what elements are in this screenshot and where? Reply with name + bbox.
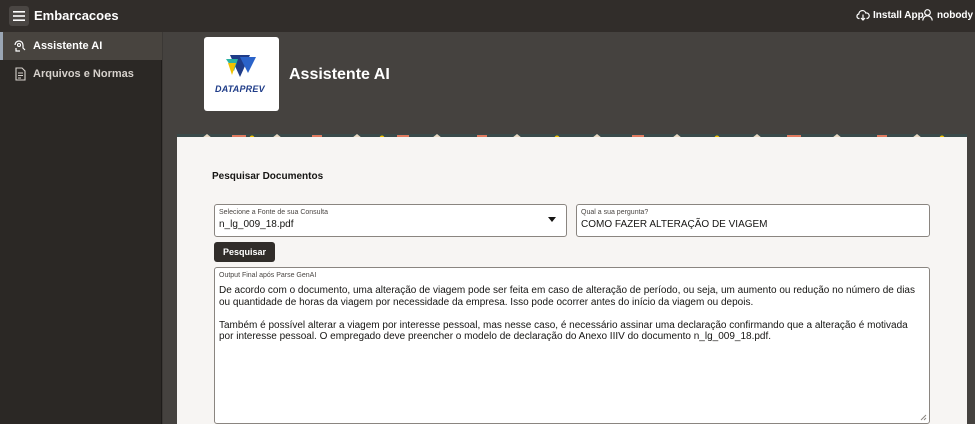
sidebar-item-label: Assistente AI xyxy=(33,40,103,52)
decorative-banner xyxy=(177,129,967,137)
user-name: nobody xyxy=(937,9,974,21)
logo-text: DATAPREV xyxy=(215,84,265,94)
source-select[interactable]: Selecione a Fonte de sua Consulta n_lg_0… xyxy=(214,204,567,237)
output-textarea[interactable]: Output Final após Parse GenAI De acordo … xyxy=(214,267,930,424)
source-select-value: n_lg_009_18.pdf xyxy=(219,219,294,230)
resize-handle-icon[interactable] xyxy=(920,414,927,421)
document-icon xyxy=(15,67,26,81)
chevron-down-icon[interactable] xyxy=(548,217,556,222)
user-icon xyxy=(922,9,933,21)
dataprev-logo-mark xyxy=(226,55,256,77)
assistant-icon xyxy=(14,40,26,52)
install-app-label: Install App xyxy=(873,9,924,21)
sidebar: Assistente AI Arquivos e Normas xyxy=(0,32,162,424)
sidebar-item-label: Arquivos e Normas xyxy=(33,68,134,80)
page-title: Assistente AI xyxy=(289,66,390,83)
dataprev-logo: DATAPREV xyxy=(204,37,279,111)
app-title[interactable]: Embarcacoes xyxy=(34,8,119,23)
cloud-download-icon xyxy=(856,9,870,21)
user-menu-button[interactable]: nobody xyxy=(922,9,973,21)
region-title: Pesquisar Documentos xyxy=(212,171,324,182)
header-bar: Embarcacoes Install App nobody xyxy=(0,0,975,32)
hamburger-icon xyxy=(13,11,25,21)
output-paragraph: De acordo com o documento, uma alteração… xyxy=(219,285,915,308)
question-input-value[interactable]: COMO FAZER ALTERAÇÃO DE VIAGEM xyxy=(581,219,768,230)
sidebar-item-arquivos-e-normas[interactable]: Arquivos e Normas xyxy=(0,60,162,88)
install-app-button[interactable]: Install App xyxy=(856,9,924,21)
output-paragraph: Também é possível alterar a viagem por i… xyxy=(219,319,908,343)
menu-toggle-button[interactable] xyxy=(9,6,29,26)
question-input[interactable]: Qual a sua pergunta? COMO FAZER ALTERAÇÃ… xyxy=(576,204,930,237)
search-button[interactable]: Pesquisar xyxy=(214,242,275,262)
output-label: Output Final após Parse GenAI xyxy=(219,272,317,279)
sidebar-item-assistente-ai[interactable]: Assistente AI xyxy=(0,32,162,60)
output-text[interactable]: De acordo com o documento, uma alteração… xyxy=(219,285,919,354)
question-input-label: Qual a sua pergunta? xyxy=(581,209,649,216)
source-select-label: Selecione a Fonte de sua Consulta xyxy=(219,209,328,216)
